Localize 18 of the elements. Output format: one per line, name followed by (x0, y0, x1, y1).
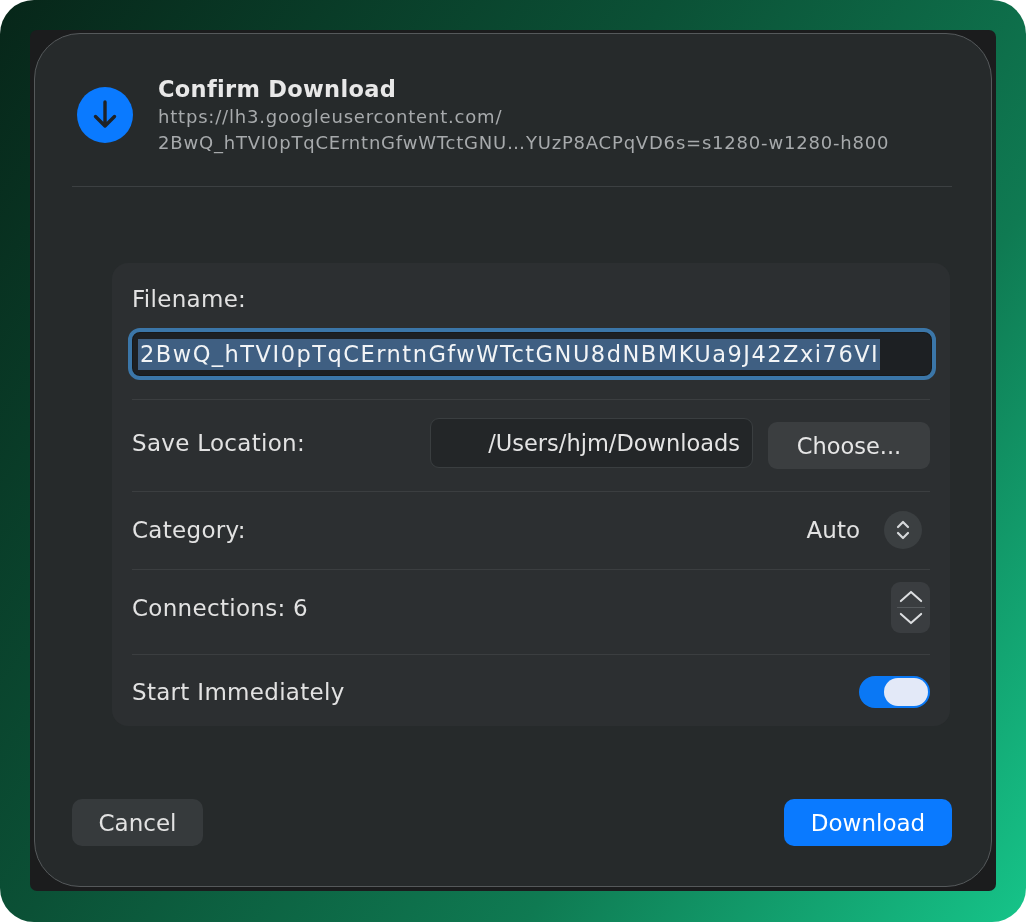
choose-button[interactable]: Choose... (768, 422, 930, 469)
dialog-title: Confirm Download (158, 75, 398, 104)
toggle-switch[interactable] (859, 676, 930, 708)
filename-field[interactable]: 2BwQ_hTVI0pTqCErntnGfwWTctGNU8dNBMKUa9J42Zxi76VI (128, 328, 936, 380)
field-label: Category: (132, 516, 247, 544)
field-label: Save Location: (132, 428, 306, 457)
category-popup[interactable]: Auto (806, 511, 922, 549)
download-button[interactable]: Download (784, 799, 952, 846)
field-label: Filename: (132, 285, 247, 313)
cancel-button[interactable]: Cancel (72, 799, 203, 846)
save-location-field[interactable]: /Users/hjm/Downloads (430, 417, 753, 468)
chevron-up-icon[interactable] (898, 590, 923, 603)
source-url: https://lh3.googleusercontent.com/ 2BwQ_hTVI0pTqCErntnGfwWTctGNU…YUzP8ACPqVD6s=s1280-w1280-h800 (158, 105, 890, 156)
up-down-chevron-icon (884, 511, 922, 549)
field-label: Start Immediately (132, 678, 346, 706)
field-label: Connections: 6 (132, 593, 309, 622)
chevron-down-icon[interactable] (898, 612, 923, 625)
stepper-control[interactable] (891, 582, 930, 633)
